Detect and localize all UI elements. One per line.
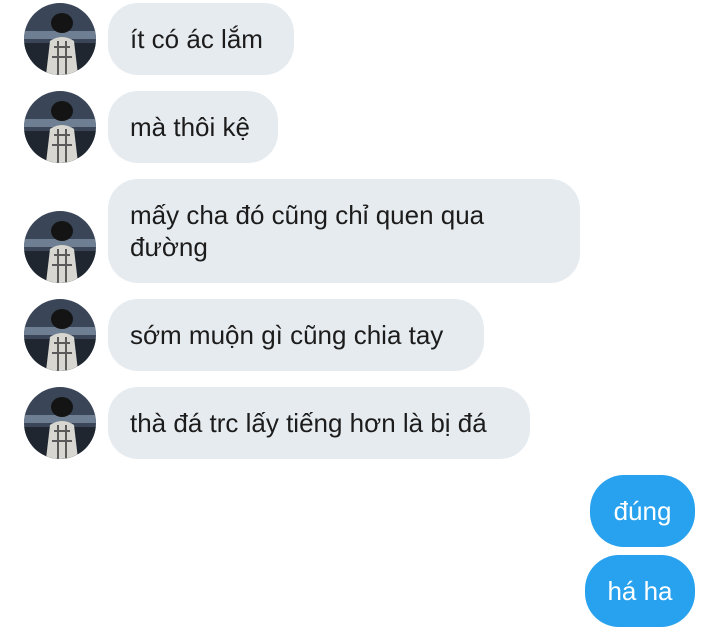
- avatar[interactable]: [24, 299, 96, 371]
- incoming-message-bubble[interactable]: ít có ác lắm: [108, 3, 294, 75]
- user-avatar-photo-icon: [24, 211, 96, 283]
- user-avatar-photo-icon: [24, 299, 96, 371]
- incoming-message-bubble[interactable]: sớm muộn gì cũng chia tay: [108, 299, 484, 371]
- incoming-message-bubble[interactable]: thà đá trc lấy tiếng hơn là bị đá: [108, 387, 530, 459]
- avatar[interactable]: [24, 91, 96, 163]
- outgoing-message-bubble[interactable]: đúng: [590, 475, 695, 547]
- user-avatar-photo-icon: [24, 3, 96, 75]
- user-avatar-photo-icon: [24, 387, 96, 459]
- avatar[interactable]: [24, 387, 96, 459]
- outgoing-message-bubble[interactable]: há ha: [585, 555, 695, 627]
- avatar[interactable]: [24, 3, 96, 75]
- incoming-message-bubble[interactable]: mấy cha đó cũng chỉ quen qua đường: [108, 179, 580, 283]
- avatar[interactable]: [24, 211, 96, 283]
- user-avatar-photo-icon: [24, 91, 96, 163]
- incoming-message-bubble[interactable]: mà thôi kệ: [108, 91, 278, 163]
